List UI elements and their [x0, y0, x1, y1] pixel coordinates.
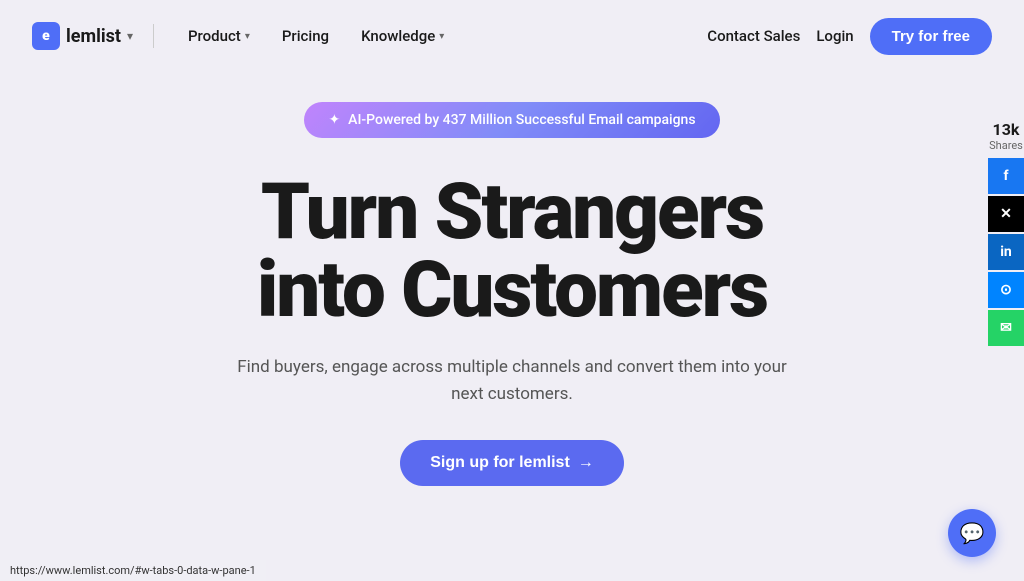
- badge-text: AI-Powered by 437 Million Successful Ema…: [348, 112, 695, 128]
- cta-arrow-icon: →: [578, 454, 594, 472]
- hero-heading: Turn Strangers into Customers: [257, 174, 767, 330]
- nav-link-pricing[interactable]: Pricing: [268, 19, 343, 53]
- try-free-button[interactable]: Try for free: [870, 18, 992, 55]
- knowledge-chevron-icon: ▾: [439, 31, 444, 42]
- nav-link-product[interactable]: Product ▾: [174, 19, 264, 53]
- chat-bubble-button[interactable]: 💬: [948, 509, 996, 557]
- product-chevron-icon: ▾: [245, 31, 250, 42]
- social-count-wrapper: 13k Shares: [989, 120, 1023, 152]
- contact-sales-link[interactable]: Contact Sales: [707, 27, 800, 45]
- signup-button[interactable]: Sign up for lemlist →: [400, 440, 624, 486]
- ai-badge: ✦ AI-Powered by 437 Million Successful E…: [304, 102, 719, 138]
- logo[interactable]: e lemlist ▾: [32, 22, 133, 50]
- chat-icon: 💬: [960, 521, 985, 545]
- linkedin-share-button[interactable]: in: [988, 234, 1024, 270]
- whatsapp-share-button[interactable]: ✉: [988, 310, 1024, 346]
- hero-section: ✦ AI-Powered by 437 Million Successful E…: [0, 72, 1024, 486]
- facebook-share-button[interactable]: f: [988, 158, 1024, 194]
- twitter-share-button[interactable]: ✕: [988, 196, 1024, 232]
- navbar-left: e lemlist ▾ Product ▾ Pricing Knowledge …: [32, 19, 458, 53]
- navbar-right: Contact Sales Login Try for free: [707, 18, 992, 55]
- hero-subtext: Find buyers, engage across multiple chan…: [232, 354, 792, 408]
- social-share-count: 13k: [989, 120, 1023, 139]
- messenger-share-button[interactable]: ⊙: [988, 272, 1024, 308]
- nav-link-knowledge[interactable]: Knowledge ▾: [347, 19, 458, 53]
- nav-links: Product ▾ Pricing Knowledge ▾: [174, 19, 458, 53]
- navbar: e lemlist ▾ Product ▾ Pricing Knowledge …: [0, 0, 1024, 72]
- login-link[interactable]: Login: [816, 27, 853, 45]
- social-sidebar: 13k Shares f ✕ in ⊙ ✉: [988, 120, 1024, 348]
- nav-divider: [153, 24, 154, 48]
- social-share-label: Shares: [989, 139, 1023, 152]
- logo-chevron-icon: ▾: [127, 29, 133, 43]
- url-bar: https://www.lemlist.com/#w-tabs-0-data-w…: [0, 560, 266, 581]
- logo-icon: e: [32, 22, 60, 50]
- badge-star-icon: ✦: [328, 112, 340, 128]
- logo-text: lemlist: [66, 26, 121, 47]
